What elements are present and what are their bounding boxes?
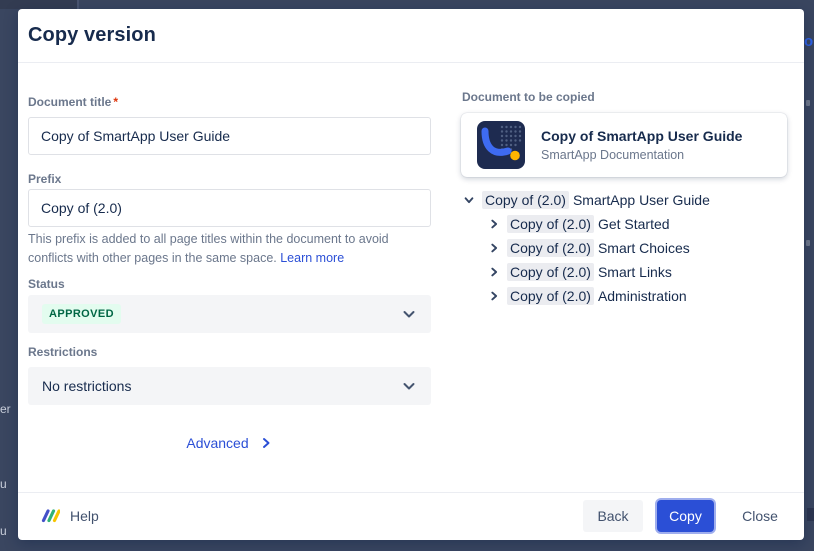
chevron-right-icon[interactable] (487, 289, 501, 303)
tree-item-prefix: Copy of (2.0) (482, 191, 569, 209)
document-title-label-text: Document title (28, 95, 111, 109)
learn-more-link[interactable]: Learn more (280, 251, 344, 265)
page-tree: Copy of (2.0) SmartApp User Guide Copy o… (462, 188, 792, 308)
background-page-fragment: o (804, 33, 813, 50)
document-card-text: Copy of SmartApp User Guide SmartApp Doc… (541, 128, 742, 162)
tree-row[interactable]: Copy of (2.0) Get Started (462, 212, 792, 236)
tree-item-title: Smart Choices (598, 240, 690, 256)
dialog-title: Copy version (28, 24, 156, 47)
tree-row[interactable]: Copy of (2.0) Administration (462, 284, 792, 308)
background-topbar (0, 0, 77, 9)
tree-item-prefix: Copy of (2.0) (507, 239, 594, 257)
prefix-input[interactable] (28, 189, 431, 227)
document-title-label: Document title* (28, 95, 118, 109)
copy-version-dialog: Copy version Document title* Prefix This… (18, 9, 804, 540)
background-page-fragment (806, 100, 810, 106)
tree-item-prefix: Copy of (2.0) (507, 287, 594, 305)
tree-row-root[interactable]: Copy of (2.0) SmartApp User Guide (462, 188, 792, 212)
background-page-fragment: u (0, 477, 7, 491)
restrictions-value: No restrictions (42, 378, 131, 394)
header-divider (18, 62, 804, 63)
prefix-help-text: This prefix is added to all page titles … (28, 230, 428, 268)
chevron-right-icon (259, 436, 273, 450)
chevron-right-icon[interactable] (487, 265, 501, 279)
footer-divider (18, 492, 804, 493)
tree-item-prefix: Copy of (2.0) (507, 263, 594, 281)
tree-item-title: Administration (598, 288, 687, 304)
preview-heading: Document to be copied (462, 90, 595, 104)
status-label: Status (28, 277, 65, 291)
tree-item-title: Get Started (598, 216, 670, 232)
tree-row[interactable]: Copy of (2.0) Smart Links (462, 260, 792, 284)
document-card: Copy of SmartApp User Guide SmartApp Doc… (461, 113, 787, 177)
back-button[interactable]: Back (583, 500, 643, 532)
tree-item-title: Smart Links (598, 264, 672, 280)
advanced-link[interactable]: Advanced (28, 433, 431, 453)
status-select[interactable]: APPROVED (28, 295, 431, 333)
restrictions-label: Restrictions (28, 345, 97, 359)
advanced-link-label: Advanced (186, 435, 248, 451)
tree-item-prefix: Copy of (2.0) (507, 215, 594, 233)
background-page-fragment: er (0, 402, 11, 416)
chevron-right-icon[interactable] (487, 241, 501, 255)
background-topbar-seam (77, 0, 79, 9)
restrictions-select[interactable]: No restrictions (28, 367, 431, 405)
background-page-fragment (807, 508, 814, 521)
tree-row[interactable]: Copy of (2.0) Smart Choices (462, 236, 792, 260)
tree-item-title: SmartApp User Guide (573, 192, 710, 208)
background-page-fragment: u (0, 524, 7, 538)
status-badge: APPROVED (42, 304, 121, 324)
chevron-down-icon[interactable] (462, 193, 476, 207)
help-button-label: Help (70, 508, 99, 524)
copy-button[interactable]: Copy (657, 500, 714, 532)
document-card-title: Copy of SmartApp User Guide (541, 128, 742, 144)
document-card-subtitle: SmartApp Documentation (541, 148, 742, 162)
close-button[interactable]: Close (731, 500, 789, 532)
required-asterisk: * (113, 95, 118, 109)
chevron-right-icon[interactable] (487, 217, 501, 231)
chevron-down-icon (401, 306, 417, 322)
background-page-fragment (806, 240, 810, 246)
chevron-down-icon (401, 378, 417, 394)
document-thumbnail-icon (477, 121, 525, 169)
document-title-input[interactable] (28, 117, 431, 155)
help-button[interactable]: Help (40, 500, 99, 532)
prefix-label: Prefix (28, 172, 61, 186)
help-logo-icon (40, 507, 60, 525)
